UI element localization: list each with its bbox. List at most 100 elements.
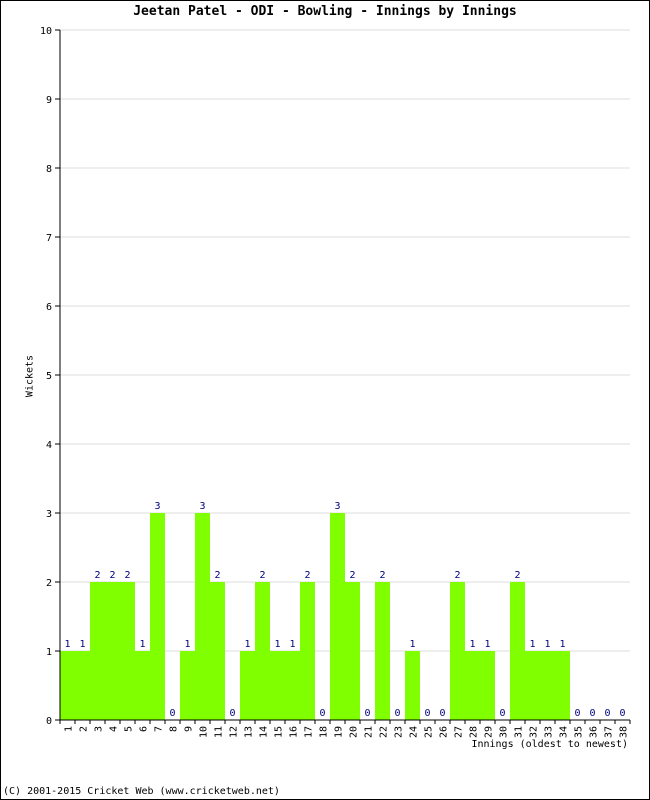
data-label: 1 [469,639,475,650]
y-tick-label: 0 [46,716,52,727]
data-label: 0 [439,708,445,719]
bar [285,651,300,720]
data-label: 1 [289,639,295,650]
data-label: 2 [514,570,520,581]
bar [120,582,135,720]
data-label: 0 [499,708,505,719]
data-label: 1 [184,639,190,650]
data-label: 2 [349,570,355,581]
data-label: 3 [199,501,205,512]
x-tick-label: 12 [229,726,240,738]
data-label: 0 [319,708,325,719]
x-tick-label: 33 [544,726,555,738]
data-label: 0 [424,708,430,719]
x-tick-label: 17 [304,726,315,738]
x-tick-label: 15 [274,726,285,738]
bar [240,651,255,720]
x-tick-label: 35 [574,726,585,738]
bar [90,582,105,720]
data-label: 2 [454,570,460,581]
data-label: 0 [394,708,400,719]
data-label: 0 [229,708,235,719]
data-label: 2 [259,570,265,581]
bar [465,651,480,720]
x-tick-label: 37 [604,726,615,738]
bar [510,582,525,720]
data-label: 1 [139,639,145,650]
data-label: 0 [619,708,625,719]
data-label: 3 [334,501,340,512]
y-tick-label: 1 [46,647,52,658]
x-tick-label: 32 [529,726,540,738]
bar [330,513,345,720]
x-tick-label: 21 [364,726,375,738]
y-tick-label: 6 [46,302,52,313]
data-label: 1 [484,639,490,650]
bar [375,582,390,720]
y-tick-label: 9 [46,95,52,106]
y-tick-label: 7 [46,233,52,244]
data-label: 1 [244,639,250,650]
data-label: 3 [154,501,160,512]
y-tick-label: 8 [46,164,52,175]
data-label: 1 [544,639,550,650]
data-label: 1 [79,639,85,650]
x-tick-label: 22 [379,726,390,738]
bar [450,582,465,720]
bar [60,651,75,720]
x-tick-label: 34 [559,726,570,738]
x-tick-label: 36 [589,726,600,738]
x-tick-label: 13 [244,726,255,738]
x-tick-label: 18 [319,726,330,738]
data-label: 1 [274,639,280,650]
y-tick-label: 4 [46,440,52,451]
bar [255,582,270,720]
x-tick-label: 14 [259,726,270,738]
x-tick-label: 25 [424,726,435,738]
y-tick-label: 10 [40,26,52,37]
bar [150,513,165,720]
data-label: 2 [109,570,115,581]
data-label: 2 [124,570,130,581]
x-tick-label: 11 [214,726,225,738]
bar [540,651,555,720]
bar [480,651,495,720]
data-label: 0 [604,708,610,719]
x-tick-label: 31 [514,726,525,738]
y-tick-label: 3 [46,509,52,520]
x-tick-label: 2 [79,726,90,732]
data-label: 1 [409,639,415,650]
y-tick-label: 2 [46,578,52,589]
bar-chart-plot: 0123456789101 12 2 21301320121 1203202010 021… [40,26,631,738]
bar [270,651,285,720]
x-tick-label: 8 [169,726,180,732]
bar [525,651,540,720]
data-label: 1 [529,639,535,650]
bar [300,582,315,720]
x-tick-label: 5 [124,726,135,732]
bar [180,651,195,720]
x-tick-label: 30 [499,726,510,738]
x-tick-label: 9 [184,726,195,732]
data-label: 0 [169,708,175,719]
bar [555,651,570,720]
data-label: 2 [94,570,100,581]
data-label: 0 [364,708,370,719]
bar [135,651,150,720]
data-label: 2 [214,570,220,581]
y-tick-label: 5 [46,371,52,382]
x-tick-label: 16 [289,726,300,738]
x-tick-label: 10 [199,726,210,738]
bar [405,651,420,720]
x-tick-label: 23 [394,726,405,738]
x-tick-label: 19 [334,726,345,738]
x-tick-label: 27 [454,726,465,738]
data-label: 1 [64,639,70,650]
x-tick-label: 7 [154,726,165,732]
data-label: 1 [559,639,565,650]
data-label: 0 [589,708,595,719]
bar [75,651,90,720]
bar [345,582,360,720]
data-label: 0 [574,708,580,719]
x-tick-label: 20 [349,726,360,738]
